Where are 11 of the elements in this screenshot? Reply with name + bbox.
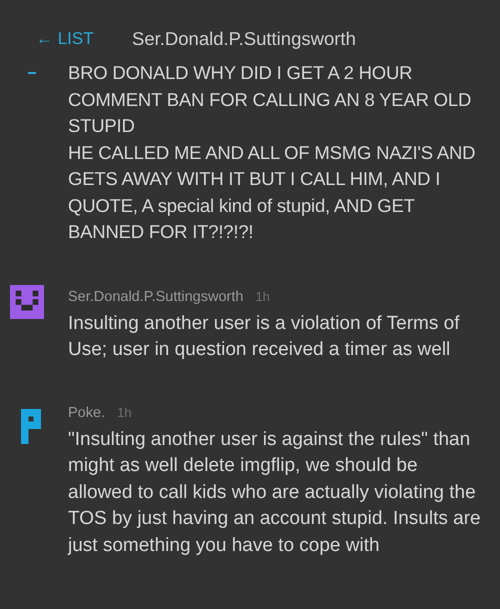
dash-icon	[28, 72, 36, 74]
comment-text: Insulting another user is a violation of Terms of Use; user in question received a timer as well	[68, 312, 460, 362]
comment-text: "Insulting another user is against the rules" than might as well delete imgflip, we should be allowed to call kids who are actually violating the TOS by just having an account stupid. Insults are just something you have to cope with	[68, 428, 482, 558]
timestamp: 1h	[255, 288, 270, 304]
comment-text: HE CALLED ME AND ALL OF MSMG NAZI'S AND GETS AWAY WITH IT BUT I CALL HIM, AND I QUOTE, A special kind of stupid, AND GET BANNED FOR IT?!?!?!	[68, 140, 476, 244]
timestamp: 1h	[117, 404, 132, 420]
back-link[interactable]: ← LIST	[36, 29, 132, 49]
comment-text: BRO DONALD WHY DID I GET A 2 HOUR COMMENT BAN FOR CALLING AN 8 YEAR OLD STUPID	[68, 61, 472, 138]
author-name[interactable]: Poke.	[68, 404, 106, 420]
thread-title: Ser.Donald.P.Suttingsworth	[132, 28, 356, 50]
author-name[interactable]: Ser.Donald.P.Suttingsworth	[68, 288, 244, 304]
